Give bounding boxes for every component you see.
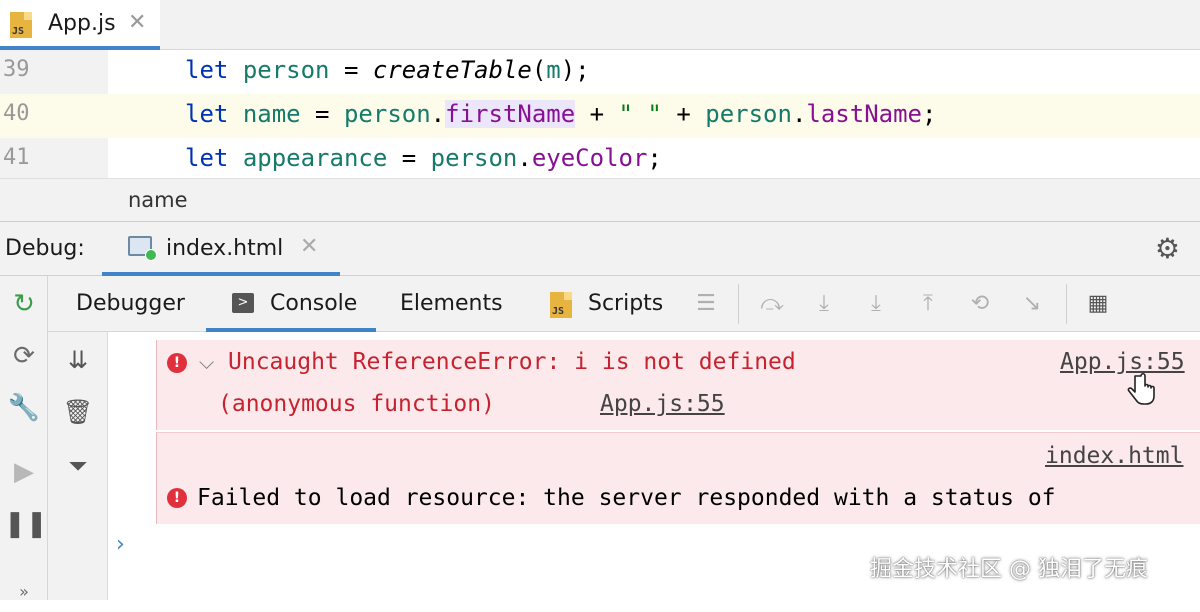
source-link[interactable]: App.js:55: [1060, 349, 1185, 375]
code-text: let name = person.firstName + " " + pers…: [185, 100, 937, 128]
line-number: 39: [3, 57, 30, 82]
debug-side-toolbar: ↻ ⟳ 🔧 ▶ ❚❚ »: [0, 276, 48, 601]
code-text: let appearance = person.eyeColor;: [185, 144, 662, 172]
source-link[interactable]: index.html: [1045, 443, 1183, 469]
watermark: 掘金技术社区 @ 独泪了无痕: [870, 557, 1148, 582]
pause-icon[interactable]: ❚❚: [4, 504, 48, 544]
tab-debugger[interactable]: Debugger: [48, 276, 206, 332]
chevron-down-icon[interactable]: ⌵: [199, 350, 214, 374]
resume-icon[interactable]: ▶: [4, 452, 44, 492]
js-file-icon: JS: [10, 12, 32, 38]
breadcrumb: name: [0, 178, 1200, 222]
editor-tab-label: App.js: [48, 11, 116, 36]
close-tab-icon[interactable]: ✕: [300, 234, 318, 259]
code-line[interactable]: 39 let person = createTable(m);: [0, 50, 1200, 94]
console-error-message[interactable]: ! ⌵ Uncaught ReferenceError: i is not de…: [156, 340, 1200, 430]
filter-icon[interactable]: ⏷: [60, 448, 96, 484]
tab-console[interactable]: > Console: [206, 276, 376, 332]
scroll-to-end-icon[interactable]: ⇊: [60, 342, 96, 378]
breadcrumb-item[interactable]: name: [128, 188, 188, 212]
error-icon: !: [167, 353, 187, 373]
debug-config-icon: [128, 236, 157, 261]
console-prompt-icon[interactable]: ›: [116, 532, 125, 557]
wrench-icon[interactable]: 🔧: [4, 388, 44, 428]
stack-frame-link[interactable]: App.js:55: [600, 391, 725, 417]
console-error-message[interactable]: index.html ! Failed to load resource: th…: [156, 432, 1200, 524]
code-line[interactable]: 41 let appearance = person.eyeColor;: [0, 138, 1200, 182]
gear-icon[interactable]: ⚙: [1155, 232, 1180, 265]
hand-cursor-icon: [1127, 372, 1155, 405]
stack-frame-fn: (anonymous function): [218, 391, 495, 417]
reload-icon[interactable]: ⟳: [4, 336, 44, 376]
rerun-icon[interactable]: ↻: [4, 284, 44, 324]
error-text: Uncaught ReferenceError: i is not define…: [228, 349, 796, 375]
tab-scripts[interactable]: JS Scripts: [526, 276, 676, 332]
code-text: let person = createTable(m);: [185, 56, 590, 84]
step-into-icon[interactable]: ⤓: [808, 288, 840, 320]
error-text: Failed to load resource: the server resp…: [197, 485, 1056, 511]
close-tab-icon[interactable]: ✕: [128, 10, 146, 35]
run-to-cursor-icon[interactable]: ↘: [1016, 288, 1048, 320]
js-file-icon: JS: [550, 292, 572, 318]
editor-tab-app-js[interactable]: JS App.js ✕: [0, 0, 160, 50]
line-number: 41: [3, 145, 30, 170]
console-gutter: [108, 332, 156, 524]
menu-icon[interactable]: ☰: [690, 288, 722, 320]
more-icon[interactable]: »: [4, 572, 44, 612]
line-number: 40: [3, 101, 30, 126]
step-over-icon[interactable]: ⤼: [756, 288, 788, 320]
restore-frame-icon[interactable]: ⟲: [964, 288, 996, 320]
debugger-toolbar: Debugger > Console Elements JS Scripts ☰…: [48, 276, 1200, 332]
code-line-current[interactable]: 40 let name = person.firstName + " " + p…: [0, 94, 1200, 138]
table-icon[interactable]: ▦: [1082, 288, 1114, 320]
debug-tab-index-html[interactable]: index.html ✕: [102, 222, 340, 276]
force-step-into-icon[interactable]: ⤓: [860, 288, 892, 320]
debug-tab-label: index.html: [166, 236, 284, 261]
debug-title: Debug:: [5, 236, 85, 261]
step-out-icon[interactable]: ⤒: [912, 288, 944, 320]
tab-elements[interactable]: Elements: [376, 276, 526, 332]
editor-tab-bar: JS App.js ✕: [0, 0, 1200, 50]
console-icon: >: [232, 293, 254, 313]
debug-header: Debug: index.html ✕ ⚙: [0, 222, 1200, 276]
error-icon: !: [167, 488, 187, 508]
console-side-toolbar: ⇊ 🗑 ⏷: [48, 332, 108, 600]
trash-icon[interactable]: 🗑: [60, 394, 96, 430]
code-editor[interactable]: 39 let person = createTable(m); 40 let n…: [0, 50, 1200, 178]
